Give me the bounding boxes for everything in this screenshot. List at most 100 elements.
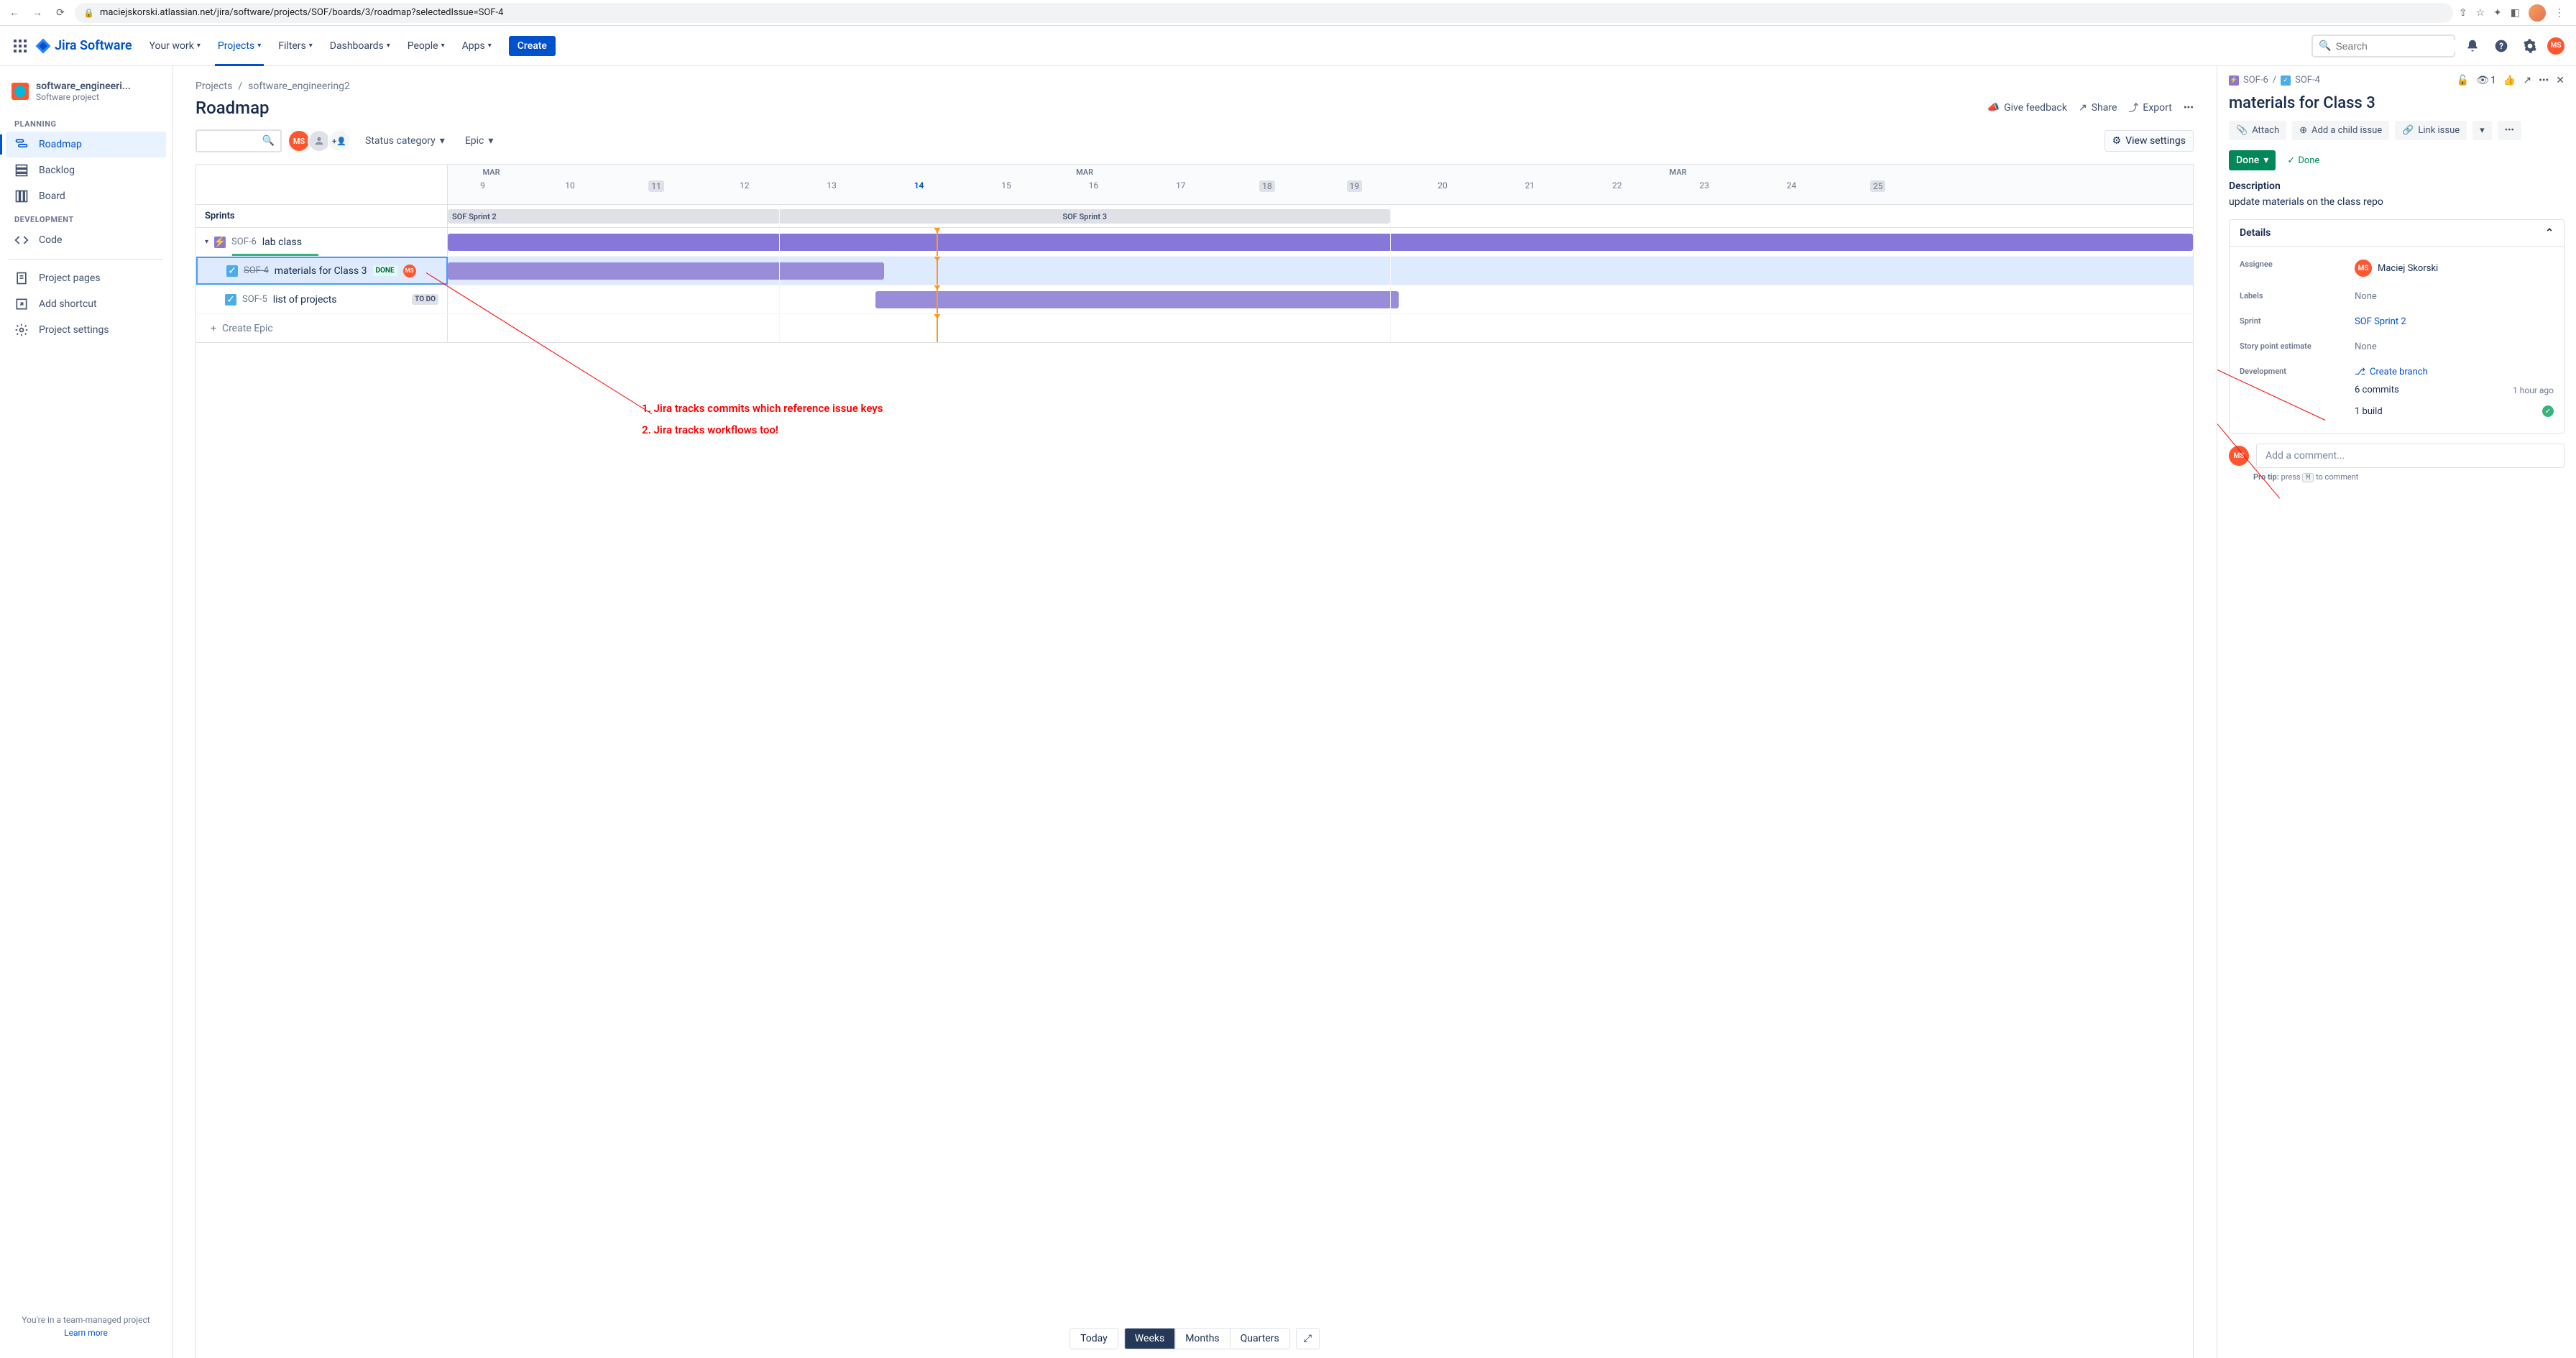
filter-search-input[interactable] [203, 136, 262, 147]
expand-button[interactable]: ⤢ [1296, 1328, 1320, 1349]
nav-projects[interactable]: Projects▾ [212, 37, 267, 55]
issue-actions-button[interactable]: ••• [2498, 121, 2521, 140]
story-points-value[interactable]: None [2355, 341, 2554, 352]
project-name: software_engineeri... [36, 81, 131, 92]
annotation-1: 1. Jira tracks commits which reference i… [642, 402, 883, 415]
sprint-bar-2[interactable]: SOF Sprint 3 [779, 209, 1390, 224]
commits-count[interactable]: 6 commits [2355, 385, 2399, 395]
add-child-button[interactable]: ⊕Add a child issue [2292, 121, 2389, 140]
sprint-value[interactable]: SOF Sprint 2 [2355, 316, 2554, 327]
epic-filter[interactable]: Epic▾ [459, 131, 500, 151]
like-button[interactable]: 👍 [2503, 75, 2516, 86]
task1-bar[interactable] [448, 262, 884, 280]
issue-more-menu[interactable]: ••• [2539, 75, 2549, 86]
give-feedback-button[interactable]: 📣Give feedback [1987, 102, 2067, 114]
extensions-icon[interactable]: ✦ [2493, 7, 2502, 19]
epic-bar[interactable] [448, 234, 2193, 251]
chevron-down-icon[interactable]: ▾ [205, 238, 208, 246]
timeline-header: MAR MAR MAR 9 10 11 12 13 14 15 16 17 18… [448, 165, 2193, 204]
help-icon[interactable]: ? [2490, 35, 2513, 58]
browser-menu-icon[interactable]: ⋮ [2554, 7, 2564, 19]
nav-filters[interactable]: Filters▾ [272, 37, 318, 55]
task2-bar[interactable] [875, 291, 1399, 308]
add-people-button[interactable]: +👤 [328, 129, 351, 152]
assignee-value[interactable]: MS Maciej Skorski [2355, 260, 2554, 277]
url-bar[interactable]: 🔒 maciejskorski.atlassian.net/jira/softw… [75, 3, 2453, 23]
nav-apps[interactable]: Apps▾ [456, 37, 497, 55]
view-settings-button[interactable]: ⚙ View settings [2104, 130, 2194, 152]
issue-detail-panel: ⚡ SOF-6 / ✓ SOF-4 🔓 👁 1 👍 ↗ ••• ✕ materi… [2217, 66, 2576, 1358]
settings-icon[interactable] [2518, 35, 2542, 58]
sidebar-item-backlog[interactable]: Backlog [6, 157, 166, 183]
link-dropdown-button[interactable]: ▾ [2472, 121, 2492, 140]
issue-title[interactable]: materials for Class 3 [2229, 94, 2564, 112]
star-icon[interactable]: ☆ [2475, 7, 2485, 19]
browser-profile-avatar[interactable] [2529, 4, 2546, 22]
watch-button[interactable]: 👁 1 [2476, 75, 2496, 86]
link-issue-button[interactable]: 🔗Link issue [2395, 121, 2467, 140]
sprints-label: Sprints [196, 205, 448, 227]
months-button[interactable]: Months [1175, 1329, 1230, 1349]
search-icon: 🔍 [2319, 40, 2331, 52]
nav-people[interactable]: People▾ [402, 37, 451, 55]
today-button[interactable]: Today [1070, 1328, 1118, 1349]
epic-progress-bar [232, 254, 318, 256]
commits-time: 1 hour ago [2513, 385, 2554, 395]
task-row-2[interactable]: ✓ SOF-5 list of projects TO DO [196, 285, 448, 313]
share-issue-button[interactable]: ↗ [2523, 75, 2531, 86]
back-button[interactable]: ← [6, 4, 23, 22]
close-panel-button[interactable]: ✕ [2556, 75, 2564, 86]
task-row-1[interactable]: ✓ SOF-4 materials for Class 3 DONE MS [196, 257, 448, 285]
sidebar-item-code[interactable]: Code [6, 227, 166, 253]
user-avatar[interactable]: MS [2547, 37, 2564, 55]
parent-key-link[interactable]: SOF-6 [2243, 75, 2268, 86]
upload-icon[interactable]: ⇧ [2459, 7, 2467, 19]
unlock-icon[interactable]: 🔓 [2457, 75, 2469, 86]
create-epic-button[interactable]: + Create Epic [196, 314, 448, 343]
weeks-button[interactable]: Weeks [1125, 1329, 1175, 1349]
app-switcher-icon[interactable] [12, 37, 29, 55]
share-button[interactable]: ↗Share [2079, 102, 2117, 114]
details-toggle[interactable]: Details ⌃ [2230, 220, 2564, 247]
forward-button[interactable]: → [29, 4, 46, 22]
attach-button[interactable]: 📎Attach [2229, 121, 2286, 140]
description-text[interactable]: update materials on the class repo [2229, 196, 2564, 208]
sidebar-item-shortcut[interactable]: Add shortcut [6, 291, 166, 317]
epic-row[interactable]: ▾ ⚡ SOF-6 lab class [196, 228, 448, 256]
assignee-avatar: MS [2355, 260, 2372, 277]
panel-icon[interactable]: ◧ [2511, 7, 2520, 19]
status-filter[interactable]: Status category▾ [359, 131, 451, 151]
sidebar-item-pages[interactable]: Project pages [6, 265, 166, 291]
more-menu[interactable]: ••• [2184, 102, 2194, 114]
status-dropdown[interactable]: Done▾ [2229, 150, 2276, 170]
project-header[interactable]: software_engineeri... Software project [6, 81, 166, 114]
sprint-bar-1[interactable]: SOF Sprint 2 [448, 209, 779, 224]
task2-summary: list of projects [273, 294, 337, 306]
export-button[interactable]: ⤴Export [2128, 101, 2171, 115]
nav-your-work[interactable]: Your work▾ [144, 37, 206, 55]
breadcrumb-projects[interactable]: Projects [196, 81, 232, 92]
quarters-button[interactable]: Quarters [1230, 1329, 1289, 1349]
notifications-icon[interactable] [2461, 35, 2484, 58]
sliders-icon: ⚙ [2112, 135, 2122, 147]
issue-key-link[interactable]: SOF-4 [2295, 75, 2320, 86]
filter-search[interactable]: 🔍 [196, 129, 282, 152]
breadcrumb-project[interactable]: software_engineering2 [248, 81, 350, 92]
jira-logo[interactable]: Jira Software [34, 37, 132, 55]
labels-value[interactable]: None [2355, 291, 2554, 302]
sidebar-footer: You're in a team-managed project Learn m… [6, 1309, 166, 1344]
sidebar-item-roadmap[interactable]: Roadmap [6, 132, 166, 157]
reload-button[interactable]: ⟳ [52, 4, 69, 22]
global-search[interactable]: 🔍 [2312, 35, 2455, 58]
build-count[interactable]: 1 build [2355, 406, 2383, 417]
comment-input[interactable]: Add a comment... [2256, 444, 2564, 468]
create-branch-link[interactable]: ⎇ Create branch [2355, 367, 2554, 377]
create-button[interactable]: Create [509, 36, 556, 56]
search-input[interactable] [2335, 40, 2465, 52]
roadmap-icon [14, 137, 29, 152]
sidebar-item-board[interactable]: Board [6, 183, 166, 209]
nav-dashboards[interactable]: Dashboards▾ [324, 37, 396, 55]
learn-more-link[interactable]: Learn more [12, 1328, 160, 1338]
sidebar-item-settings[interactable]: Project settings [6, 317, 166, 343]
timeline: MAR MAR MAR 9 10 11 12 13 14 15 16 17 18… [196, 164, 2194, 1358]
